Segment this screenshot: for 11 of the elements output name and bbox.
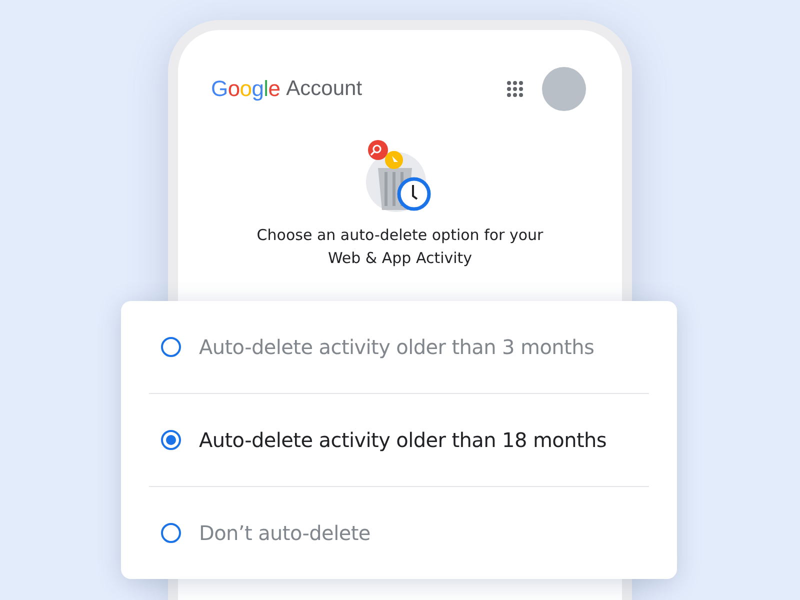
account-title: Account bbox=[286, 77, 362, 101]
apps-grid-icon[interactable] bbox=[506, 80, 524, 98]
prompt-text: Choose an auto-delete option for your bbox=[256, 225, 544, 246]
google-logo: Google bbox=[211, 76, 280, 102]
option-label[interactable]: Don’t auto-delete bbox=[199, 521, 370, 545]
radio-button[interactable] bbox=[161, 337, 181, 357]
radio-button[interactable] bbox=[161, 523, 181, 543]
prompt-text: Web & App Activity bbox=[328, 248, 472, 269]
option-label[interactable]: Auto-delete activity older than 18 months bbox=[199, 428, 606, 452]
option-label[interactable]: Auto-delete activity older than 3 months bbox=[199, 335, 594, 359]
radio-button[interactable] bbox=[161, 430, 181, 450]
